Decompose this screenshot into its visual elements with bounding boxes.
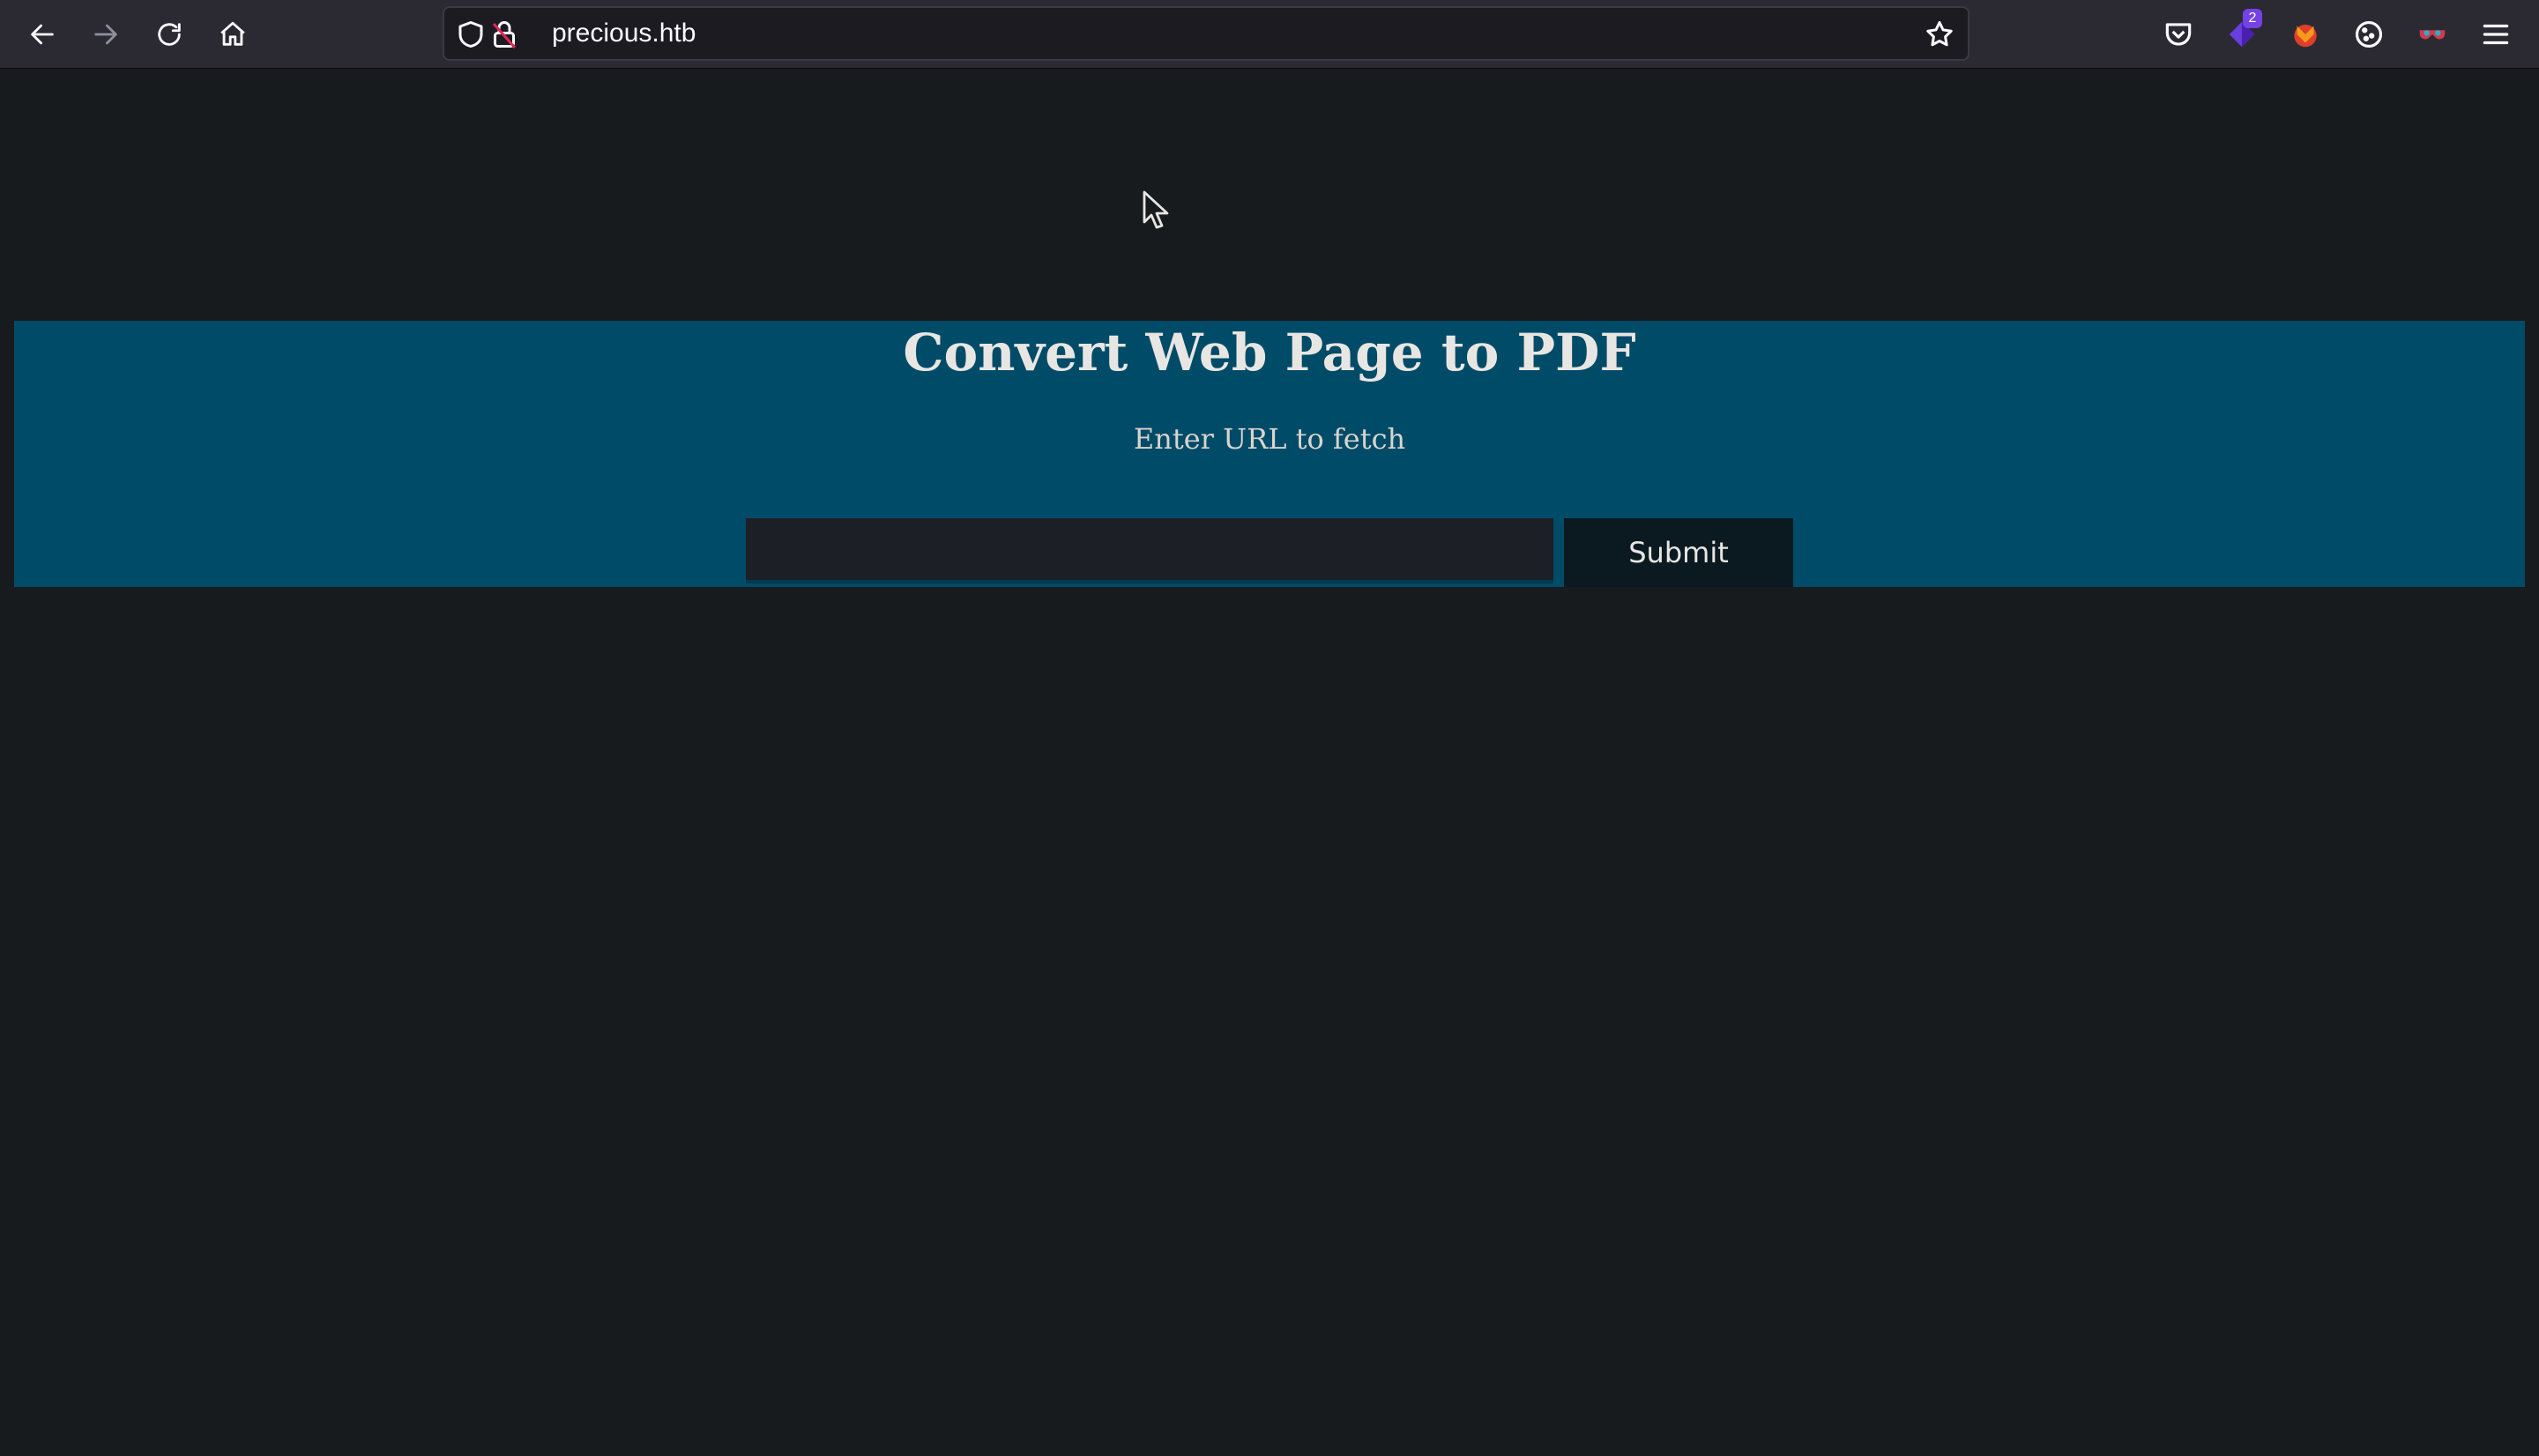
browser-toolbar: precious.htb 2 — [0, 0, 2539, 69]
url-prompt-label: Enter URL to fetch — [1133, 422, 1406, 456]
extension-fox-button[interactable] — [2282, 11, 2329, 58]
back-button[interactable] — [18, 10, 67, 59]
page-title: Convert Web Page to PDF — [903, 323, 1636, 383]
address-bar[interactable]: precious.htb — [443, 6, 1969, 61]
menu-button[interactable] — [2472, 11, 2520, 58]
shield-icon[interactable] — [455, 19, 487, 50]
reload-icon — [158, 23, 181, 46]
mouse-cursor-icon — [1143, 190, 1169, 229]
insecure-lock-icon[interactable] — [488, 19, 520, 50]
arrow-right-icon — [94, 24, 117, 45]
submit-button[interactable]: Submit — [1564, 518, 1793, 587]
forward-button[interactable] — [81, 10, 130, 59]
home-button[interactable] — [208, 10, 257, 59]
extension-fox-icon — [2294, 24, 2317, 48]
hamburger-menu-icon — [2483, 24, 2509, 45]
cookie-button[interactable] — [2345, 11, 2393, 58]
reload-button[interactable] — [145, 10, 194, 59]
extension-purple-button[interactable]: 2 — [2218, 9, 2266, 58]
url-input[interactable] — [746, 518, 1553, 583]
home-icon — [220, 21, 245, 46]
pocket-button[interactable] — [2155, 11, 2202, 58]
bookmark-star-icon[interactable] — [1924, 19, 1955, 50]
pocket-icon — [2165, 23, 2192, 46]
url-text[interactable]: precious.htb — [552, 8, 696, 59]
extension-mask-icon — [2419, 30, 2446, 40]
extension-mask-button[interactable] — [2409, 11, 2456, 58]
extension-badge: 2 — [2243, 9, 2262, 28]
arrow-left-icon — [31, 24, 54, 45]
cookie-icon — [2355, 20, 2383, 48]
